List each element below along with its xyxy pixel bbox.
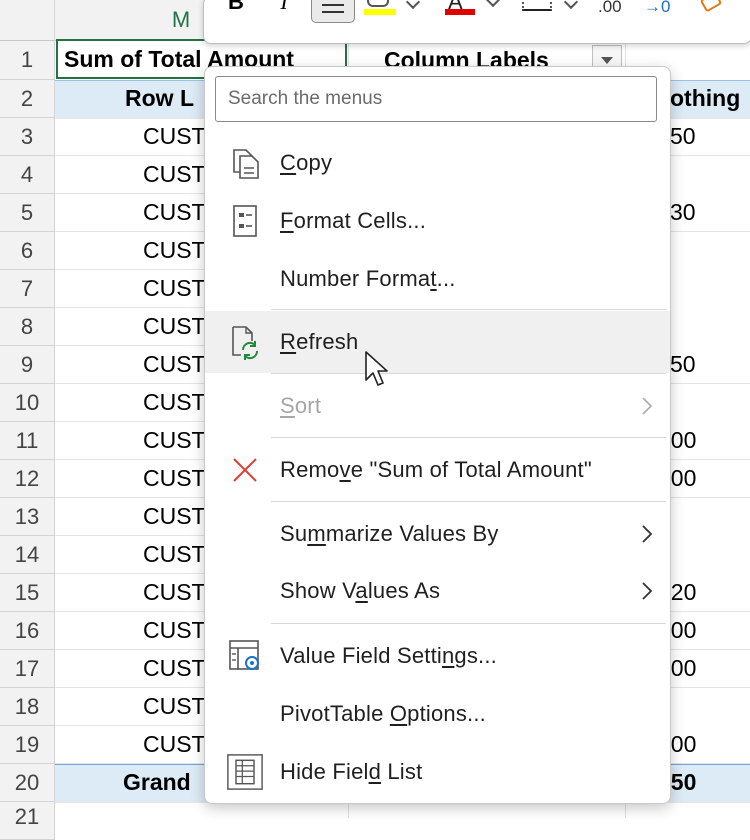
row-header-14[interactable]: 14 [0,536,55,574]
chevron-down-icon [485,0,501,8]
format-painter-icon [699,0,723,13]
row-header-19[interactable]: 19 [0,726,55,764]
remove-x-icon [227,452,263,488]
row-header-2[interactable]: 2 [0,80,55,118]
row-header-12[interactable]: 12 [0,460,55,498]
row-header-20[interactable]: 20 [0,764,55,802]
dropdown-arrow-icon [601,56,613,64]
field-settings-icon [227,638,263,674]
menu-item-hide-field-list[interactable]: Hide Field List [205,743,670,801]
menu-separator [271,501,666,502]
border-icon [522,0,552,11]
menu-separator [271,437,666,438]
menu-item-format-cells[interactable]: Format Cells... [205,193,670,249]
format-cells-icon [227,203,263,239]
menu-search-input[interactable] [215,76,657,122]
chevron-down-icon [563,0,579,10]
menu-item-pivottable-options[interactable]: PivotTable Options... [205,685,670,743]
menu-item-value-field-settings[interactable]: Value Field Settings... [205,627,670,685]
menu-item-refresh[interactable]: Refresh [205,311,670,373]
row-header-1[interactable]: 1 [0,41,55,80]
copy-icon [227,145,263,181]
fill-color-button[interactable] [364,0,424,21]
bold-button[interactable]: B [222,0,250,14]
row-header-18[interactable]: 18 [0,688,55,726]
paint-bucket-icon [367,0,389,7]
menu-separator [271,623,666,624]
menu-item-remove-field[interactable]: Remove "Sum of Total Amount" [205,439,670,501]
row-header-8[interactable]: 8 [0,308,55,346]
menu-item-copy[interactable]: Copy [205,135,670,191]
mini-toolbar: B I A .00 →0 [203,0,750,44]
menu-item-summarize-values[interactable]: Summarize Values By [205,503,670,565]
chevron-down-icon [405,0,421,10]
mouse-pointer-icon [365,351,388,386]
row-header-15[interactable]: 15 [0,574,55,612]
borders-button[interactable] [520,0,580,21]
row-header-7[interactable]: 7 [0,270,55,308]
row-header-21[interactable]: 21 [0,802,55,840]
row-header-9[interactable]: 9 [0,346,55,384]
menu-item-number-format[interactable]: Number Format... [205,251,670,307]
row-header-10[interactable]: 10 [0,384,55,422]
column-header-label: M [171,7,191,32]
format-painter-button[interactable] [698,0,728,19]
menu-separator [271,373,666,374]
refresh-icon [227,324,263,360]
italic-button[interactable]: I [270,0,298,14]
row-header-5[interactable]: 5 [0,194,55,232]
increase-decimal-button[interactable]: .00 [598,0,638,19]
align-center-icon [322,4,344,6]
row-header-4[interactable]: 4 [0,156,55,194]
field-list-icon [227,754,263,790]
select-all-corner[interactable] [0,0,55,41]
context-menu: Copy Format Cells... Number Format... [204,66,671,804]
menu-item-sort[interactable]: Sort [205,375,670,437]
row-header-6[interactable]: 6 [0,232,55,270]
font-color-button[interactable]: A [442,0,502,19]
row-header-3[interactable]: 3 [0,118,55,156]
row-header-16[interactable]: 16 [0,612,55,650]
row-header-17[interactable]: 17 [0,650,55,688]
chevron-right-icon [642,397,653,415]
chevron-right-icon [642,525,653,543]
menu-separator [271,309,666,310]
row-header-11[interactable]: 11 [0,422,55,460]
decrease-decimal-button[interactable]: →0 [644,0,684,19]
center-align-button[interactable] [311,0,355,23]
menu-item-show-values-as[interactable]: Show Values As [205,563,670,619]
chevron-right-icon [642,582,653,600]
row-header-13[interactable]: 13 [0,498,55,536]
